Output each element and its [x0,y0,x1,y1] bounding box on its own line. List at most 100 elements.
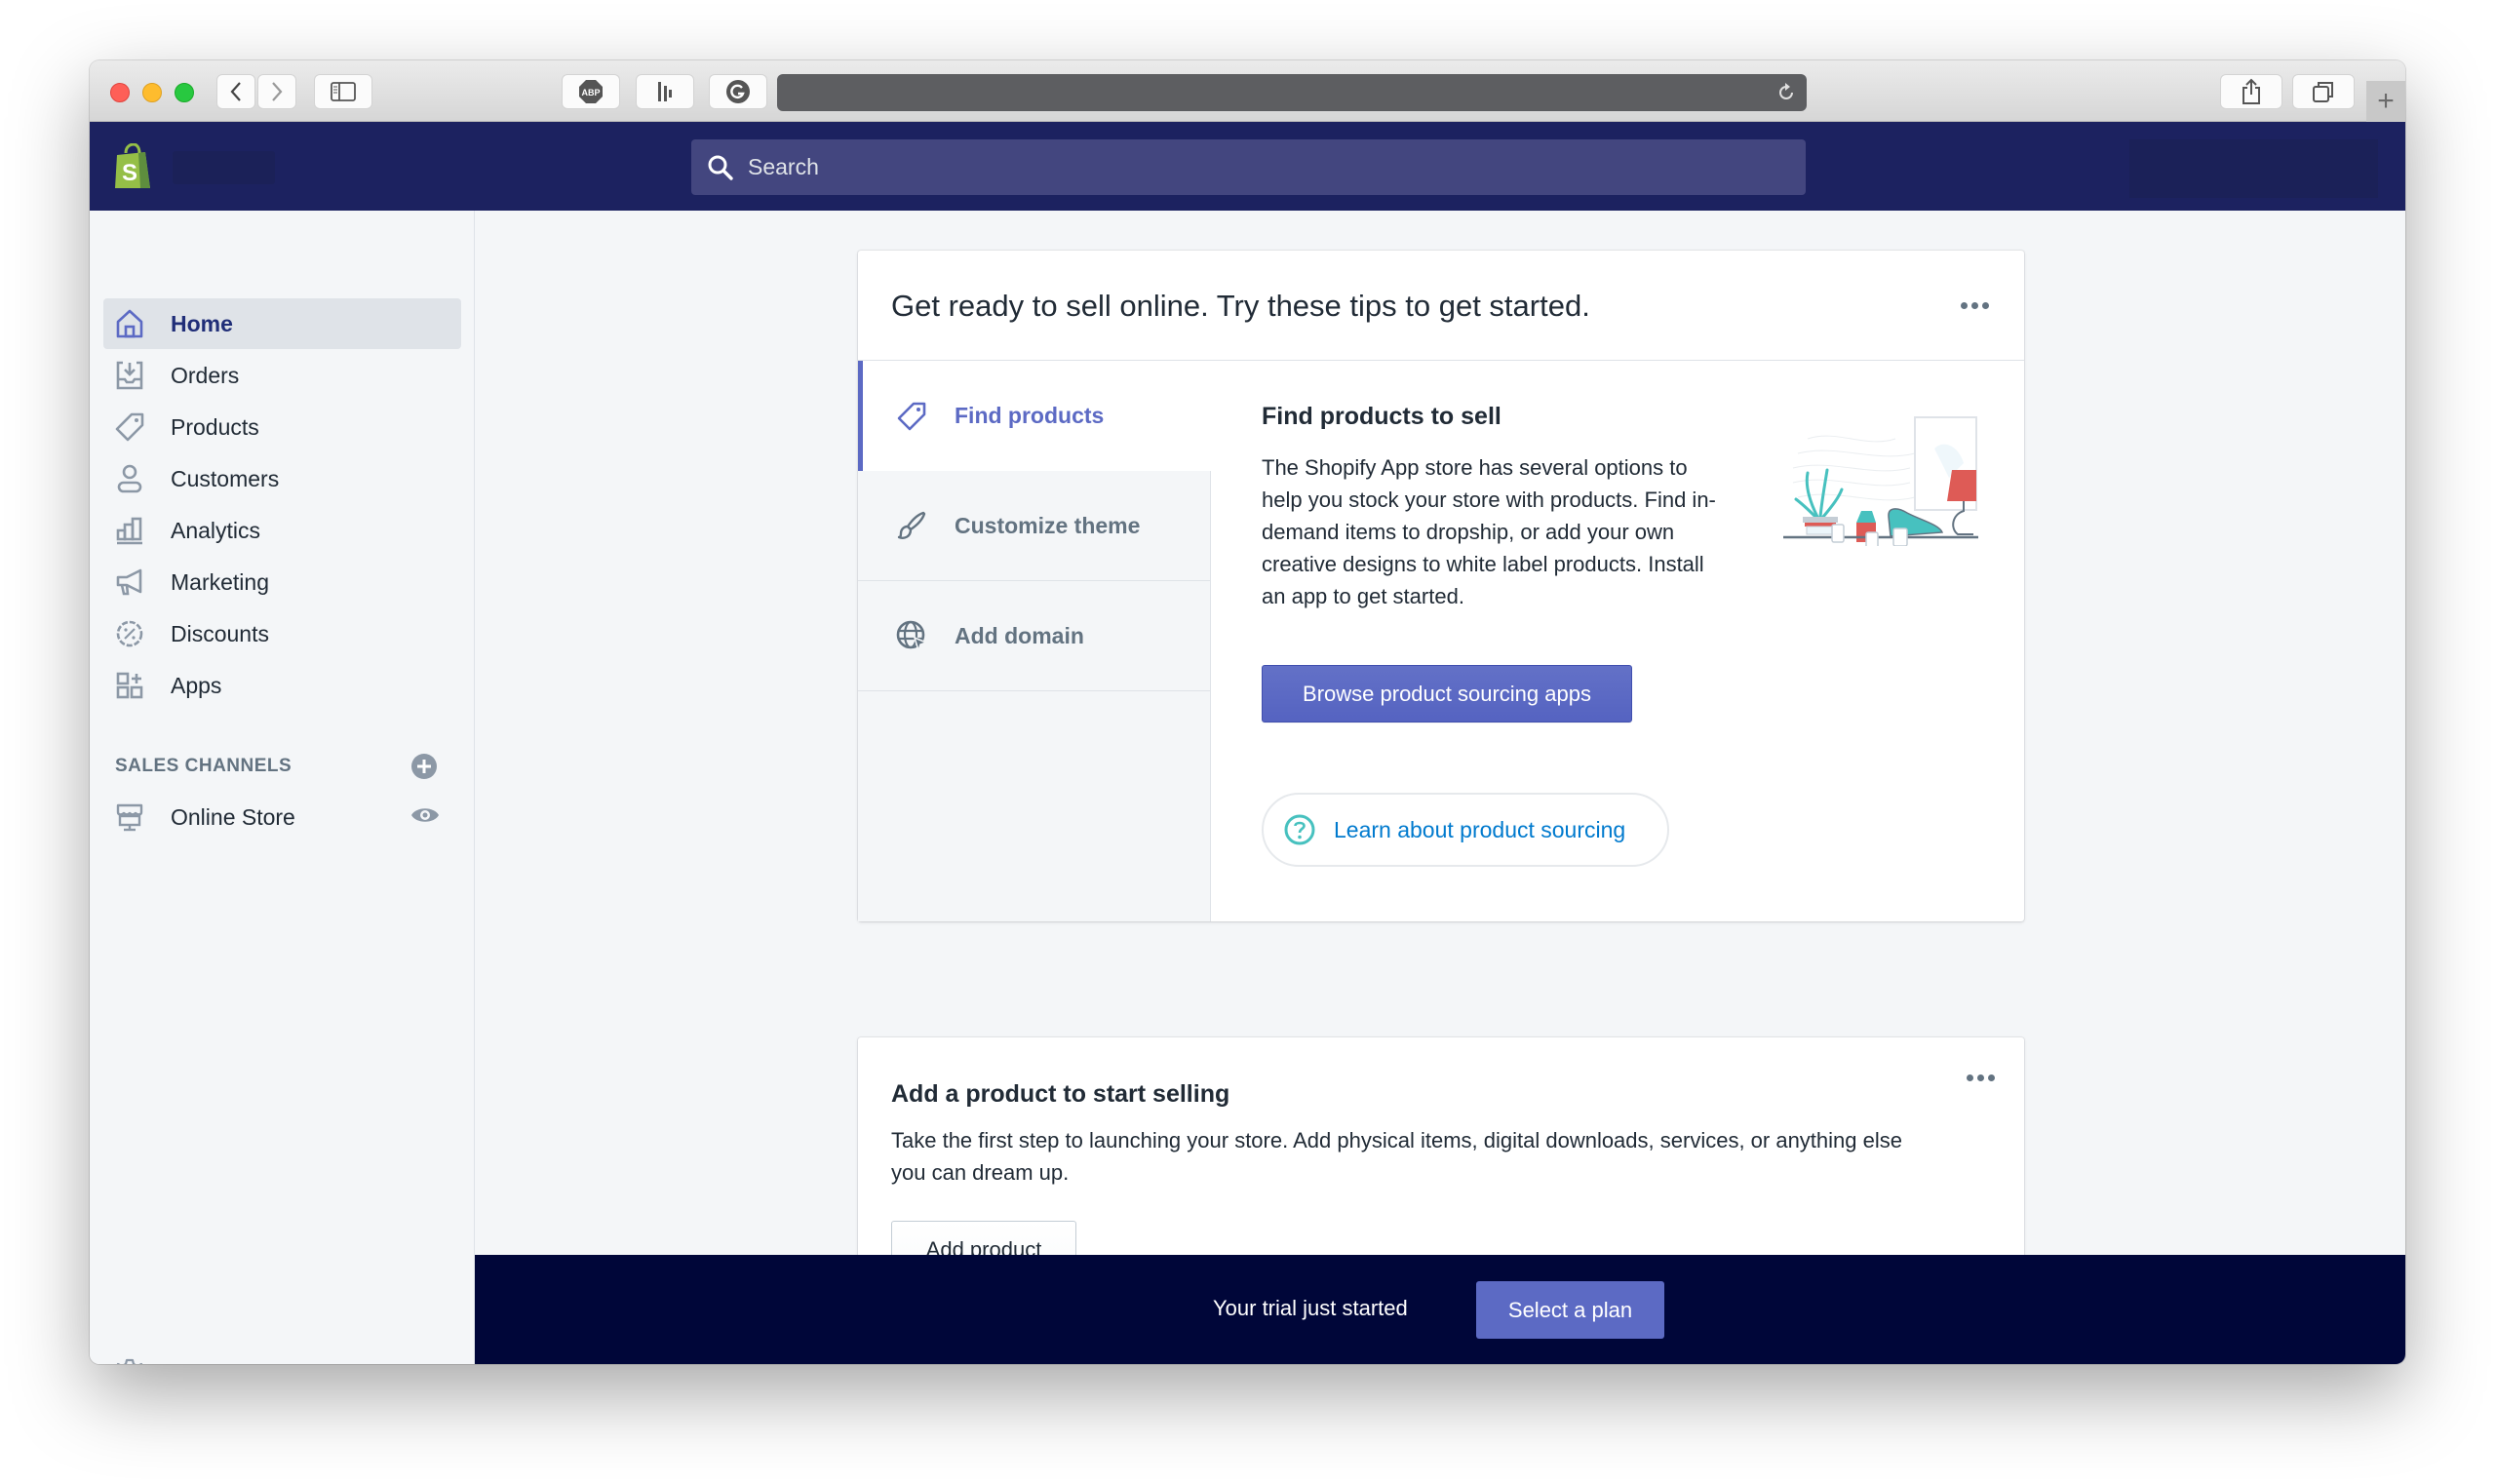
trial-banner: Your trial just started Select a plan [475,1255,2405,1364]
sidebar-item-label: Settings [171,1361,252,1365]
card-title: Add a product to start selling [891,1080,1230,1108]
customer-icon [113,462,146,495]
trial-status-text: Your trial just started [1213,1296,1408,1320]
forward-button[interactable] [257,74,296,109]
store-name-redacted [173,151,275,184]
extension-icon [658,82,672,101]
browser-titlebar: ABP + [90,60,2405,122]
more-actions-button[interactable] [1967,1074,1995,1081]
minimize-window-button[interactable] [142,83,162,102]
browse-sourcing-apps-button[interactable]: Browse product sourcing apps [1262,665,1632,722]
dot-icon [1961,302,1968,309]
sidebar-item-apps[interactable]: Apps [103,660,461,711]
apps-icon [113,669,146,702]
view-store-button[interactable] [410,804,440,831]
sidebar-item-label: Orders [171,362,240,388]
sidebar-item-products[interactable]: Products [103,402,461,452]
sidebar-item-settings[interactable]: Settings [103,1348,461,1364]
sidebar-item-label: Marketing [171,568,269,595]
tab-label: Add domain [955,622,1084,648]
grammarly-extension-button[interactable] [709,74,767,109]
svg-text:ABP: ABP [581,88,600,98]
card-header: Get ready to sell online. Try these tips… [858,251,2024,361]
more-actions-button[interactable] [1961,302,1989,309]
search-placeholder: Search [748,154,819,179]
home-icon [113,307,146,340]
browser-window: ABP + S Search Home Orders Products Cust… [90,60,2405,1364]
learn-product-sourcing-link[interactable]: Learn about product sourcing [1262,793,1669,867]
address-bar[interactable] [777,74,1807,111]
sidebar-item-label: Analytics [171,517,261,543]
share-icon [2242,78,2260,104]
shopify-logo[interactable]: S [113,142,152,195]
main-content: Get ready to sell online. Try these tips… [475,211,2405,1310]
megaphone-icon [113,566,146,599]
adblock-extension-button[interactable]: ABP [562,74,620,109]
adblock-icon: ABP [579,80,603,103]
tag-icon [893,398,930,435]
sidebar-item-orders[interactable]: Orders [103,350,461,401]
plus-circle-icon [411,754,437,779]
tab-label: Find products [955,403,1105,428]
admin-topbar: S Search [90,122,2405,211]
sidebar-item-online-store[interactable]: Online Store [103,792,461,842]
tabs-icon [2313,82,2333,102]
tab-find-products[interactable]: Find products [858,361,1212,471]
add-sales-channel-button[interactable] [410,753,438,785]
tab-label: Customize theme [955,512,1141,538]
select-plan-button[interactable]: Select a plan [1476,1281,1664,1339]
learn-link-label: Learn about product sourcing [1334,816,1626,842]
sidebar-item-analytics[interactable]: Analytics [103,505,461,556]
dot-icon [1982,302,1989,309]
dot-icon [1967,1074,1973,1081]
dot-icon [1971,302,1978,309]
analytics-icon [113,514,146,547]
share-button[interactable] [2220,74,2282,109]
orders-icon [113,359,146,392]
sidebar-item-discounts[interactable]: Discounts [103,608,461,659]
panel-description: The Shopify App store has several option… [1262,455,1716,608]
sidebar-item-label: Products [171,413,259,440]
back-button[interactable] [216,74,255,109]
account-menu-redacted[interactable] [2129,139,2378,198]
sidebar-item-customers[interactable]: Customers [103,453,461,504]
sidebar-item-label: Home [171,310,233,336]
sidebar-item-label: Online Store [171,803,295,830]
card-title: Get ready to sell online. Try these tips… [891,289,1590,323]
sidebar: Home Orders Products Customers Analytics [90,211,475,1364]
sidebar-item-label: Discounts [171,620,269,646]
gear-icon [113,1357,146,1364]
shopify-bag-icon: S [115,142,150,188]
maximize-window-button[interactable] [175,83,194,102]
reload-icon[interactable] [1775,82,1797,103]
product-illustration [1778,410,1978,551]
eye-icon [411,807,439,822]
card-description: Take the first step to launching your st… [891,1128,1902,1185]
close-window-button[interactable] [110,83,130,102]
tips-tab-list: Find products Customize theme Add domain [858,361,1212,921]
tab-overview-button[interactable] [2292,74,2355,109]
chevron-left-icon [230,82,241,101]
sales-channels-heading: SALES CHANNELS [115,756,292,776]
dot-icon [1977,1074,1984,1081]
help-circle-icon [1284,814,1315,845]
new-tab-button[interactable]: + [2366,81,2405,122]
globe-icon [893,617,930,654]
discount-icon [113,617,146,650]
sidebar-item-marketing[interactable]: Marketing [103,557,461,607]
tab-customize-theme[interactable]: Customize theme [858,471,1211,581]
extension-button[interactable] [636,74,694,109]
grammarly-icon [726,80,750,103]
store-icon [113,801,146,834]
plus-icon: + [2377,85,2395,117]
sidebar-toggle-button[interactable] [314,74,372,109]
sidebar-item-home[interactable]: Home [103,298,461,349]
tab-add-domain[interactable]: Add domain [858,581,1211,691]
brush-icon [893,507,930,544]
svg-text:S: S [122,160,137,186]
panel-heading: Find products to sell [1262,403,1502,430]
tab-panel-find-products: Find products to sell The Shopify App st… [1262,361,2024,921]
dot-icon [1988,1074,1995,1081]
search-input[interactable]: Search [691,139,1806,195]
chevron-right-icon [272,82,283,101]
